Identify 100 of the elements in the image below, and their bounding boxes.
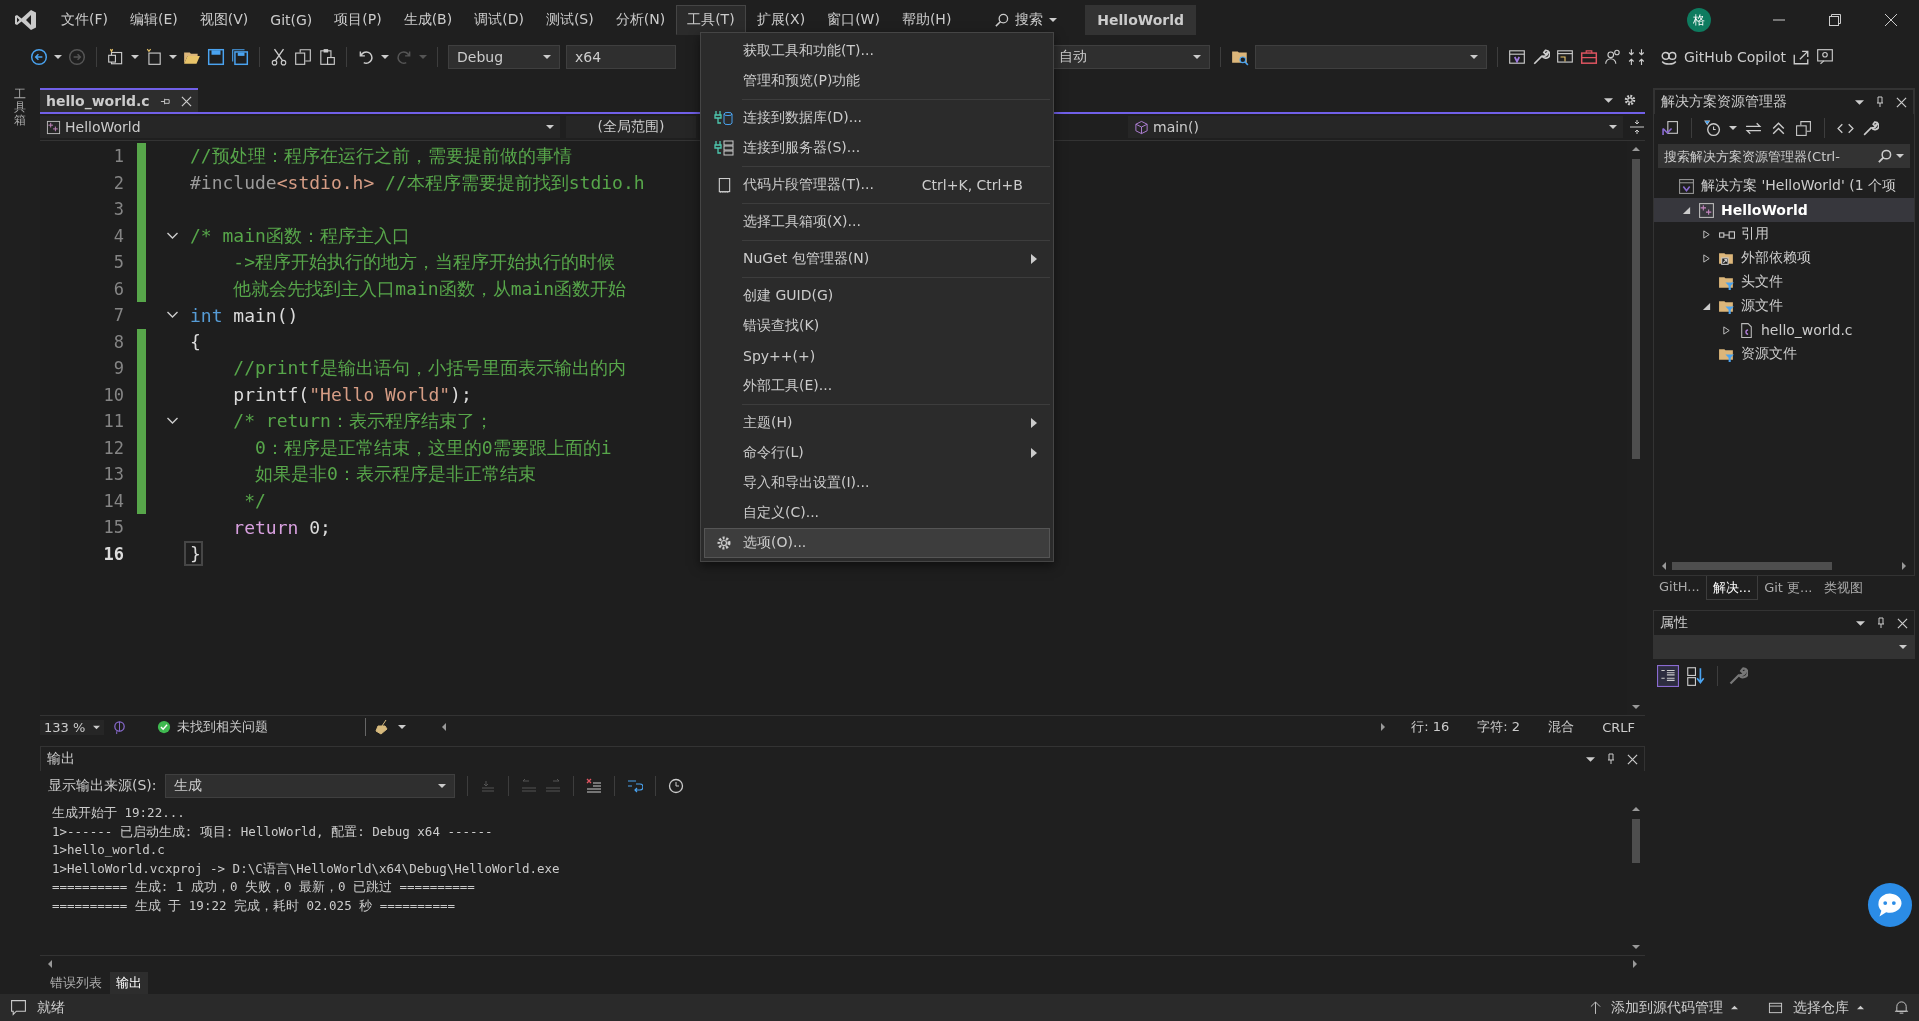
history-icon[interactable] <box>1704 119 1721 137</box>
menu-item[interactable]: 分析(N) <box>604 5 677 35</box>
restore-icon[interactable] <box>1829 14 1841 26</box>
menu-item[interactable]: 测试(S) <box>534 5 605 35</box>
fold-icon[interactable] <box>165 417 179 426</box>
whitespace-mode[interactable]: 混合 <box>1538 718 1585 736</box>
scroll-down-icon[interactable] <box>1632 943 1640 951</box>
clear-all-icon[interactable] <box>585 778 602 794</box>
collapsed-icon[interactable] <box>1721 325 1731 335</box>
categorized-icon[interactable] <box>1657 665 1679 687</box>
panel-tab[interactable]: 类视图 <box>1818 576 1870 600</box>
collapsed-icon[interactable] <box>1701 253 1711 263</box>
tree-item[interactable]: 源文件 <box>1654 294 1914 318</box>
tree-item[interactable]: 资源文件 <box>1654 342 1914 366</box>
copy-icon[interactable] <box>1795 119 1812 137</box>
menu-item[interactable]: 调试(D) <box>463 5 535 35</box>
expanded-icon[interactable] <box>1681 205 1691 215</box>
align-icon[interactable] <box>1628 48 1646 66</box>
user-avatar[interactable]: 格 <box>1687 8 1711 32</box>
clock-icon[interactable] <box>667 778 684 794</box>
pin-icon[interactable] <box>1605 753 1617 765</box>
document-tab[interactable]: hello_world.c <box>40 88 198 112</box>
member-dropdown[interactable]: main() <box>1128 116 1623 138</box>
configuration-dropdown[interactable]: Debug <box>448 45 560 69</box>
tree-item[interactable]: 头文件 <box>1654 270 1914 294</box>
browser-icon[interactable] <box>1556 48 1574 66</box>
tree-item[interactable]: 外部依赖项 <box>1654 246 1914 270</box>
caret-icon[interactable] <box>169 53 177 61</box>
caret-icon[interactable] <box>398 723 407 731</box>
copilot-button[interactable]: GitHub Copilot <box>1660 48 1787 66</box>
output-source-dropdown[interactable]: 生成 <box>164 774 455 798</box>
window-icon[interactable] <box>1508 48 1526 66</box>
source-control-button[interactable]: 添加到源代码管理 <box>1611 998 1738 1017</box>
caret-icon[interactable] <box>1729 124 1737 132</box>
menu-item[interactable]: 工具(T) <box>676 5 746 35</box>
project-dropdown[interactable]: HelloWorld <box>40 116 560 138</box>
scroll-right-icon[interactable] <box>1900 562 1908 570</box>
undo-icon[interactable] <box>357 48 375 66</box>
scroll-left-icon[interactable] <box>1660 562 1668 570</box>
tree-item[interactable]: 解决方案 'HelloWorld' (1 个项 <box>1654 174 1914 198</box>
collapsed-icon[interactable] <box>1701 229 1711 239</box>
zoom-dropdown[interactable]: 133 % <box>40 719 105 735</box>
wrench-icon[interactable] <box>1862 119 1879 137</box>
menu-option[interactable]: 导入和导出设置(I)... <box>704 468 1050 498</box>
repository-button[interactable]: 选择仓库 <box>1793 998 1864 1017</box>
menu-option[interactable]: 连接到数据库(D)... <box>704 103 1050 133</box>
scope-dropdown[interactable]: (全局范围) <box>566 116 696 138</box>
scroll-up-icon[interactable] <box>1632 805 1640 813</box>
menu-option[interactable]: 错误查找(K) <box>704 311 1050 341</box>
menu-item[interactable]: Git(G) <box>259 6 324 34</box>
tree-item[interactable]: HelloWorld <box>1654 198 1914 222</box>
search-field[interactable]: 搜索解决方案资源管理器(Ctrl- <box>1658 144 1910 168</box>
users-icon[interactable] <box>1604 48 1622 66</box>
word-wrap-icon[interactable] <box>626 778 643 794</box>
menu-option[interactable]: 创建 GUID(G) <box>704 281 1050 311</box>
scroll-down-icon[interactable] <box>1632 703 1640 711</box>
scrollbar-thumb[interactable] <box>1632 819 1640 863</box>
tree-item[interactable]: 引用 <box>1654 222 1914 246</box>
feedback-icon[interactable] <box>1816 48 1835 66</box>
save-all-icon[interactable] <box>231 48 249 66</box>
close-icon[interactable] <box>1897 617 1908 629</box>
menu-item[interactable]: 文件(F) <box>50 5 119 35</box>
wrench-icon[interactable] <box>1532 48 1550 66</box>
menu-item[interactable]: 生成(B) <box>392 5 464 35</box>
fold-icon[interactable] <box>165 311 179 320</box>
menu-option[interactable]: 自定义(C)... <box>704 498 1050 528</box>
pin-icon[interactable] <box>1874 96 1886 108</box>
scroll-right-icon[interactable] <box>1631 960 1639 968</box>
menu-option[interactable]: 选择工具箱项(X)... <box>704 207 1050 237</box>
caret-icon[interactable] <box>381 53 389 61</box>
new-file-icon[interactable] <box>145 48 163 66</box>
menu-item[interactable]: 项目(P) <box>323 5 393 35</box>
panel-tab[interactable]: 解决... <box>1705 576 1759 600</box>
menu-item[interactable]: 扩展(X) <box>745 5 817 35</box>
new-project-icon[interactable] <box>107 48 125 66</box>
expanded-icon[interactable] <box>1701 301 1711 311</box>
alphabetical-icon[interactable] <box>1685 665 1707 687</box>
line-indicator[interactable]: 行: 16 <box>1401 718 1460 736</box>
caret-icon[interactable] <box>54 53 62 61</box>
solution-view-icon[interactable] <box>1662 119 1679 137</box>
close-icon[interactable] <box>1627 753 1638 765</box>
copy-icon[interactable] <box>294 48 312 66</box>
menu-item[interactable]: 编辑(E) <box>119 5 189 35</box>
menu-item[interactable]: 窗口(W) <box>816 5 891 35</box>
caret-icon[interactable] <box>1586 754 1595 764</box>
scrollbar-thumb[interactable] <box>1632 159 1640 459</box>
chat-assistant-icon[interactable] <box>1867 882 1913 928</box>
scrollbar-thumb[interactable] <box>1672 562 1832 570</box>
scroll-left-icon[interactable] <box>440 723 449 731</box>
issues-status[interactable]: 未找到相关问题 <box>177 718 269 736</box>
collapse-all-icon[interactable] <box>1770 119 1787 137</box>
toolbox-tab[interactable]: 工具箱 <box>14 88 26 994</box>
menu-option[interactable]: 代码片段管理器(T)... Ctrl+K, Ctrl+B <box>704 170 1050 200</box>
menu-option[interactable]: 连接到服务器(S)... <box>704 133 1050 163</box>
menu-option[interactable]: 主题(H) <box>704 408 1050 438</box>
scroll-up-icon[interactable] <box>1632 145 1640 153</box>
save-icon[interactable] <box>207 48 225 66</box>
paste-icon[interactable] <box>318 48 336 66</box>
split-icon[interactable] <box>1629 119 1645 135</box>
notification-icon[interactable] <box>10 999 27 1016</box>
